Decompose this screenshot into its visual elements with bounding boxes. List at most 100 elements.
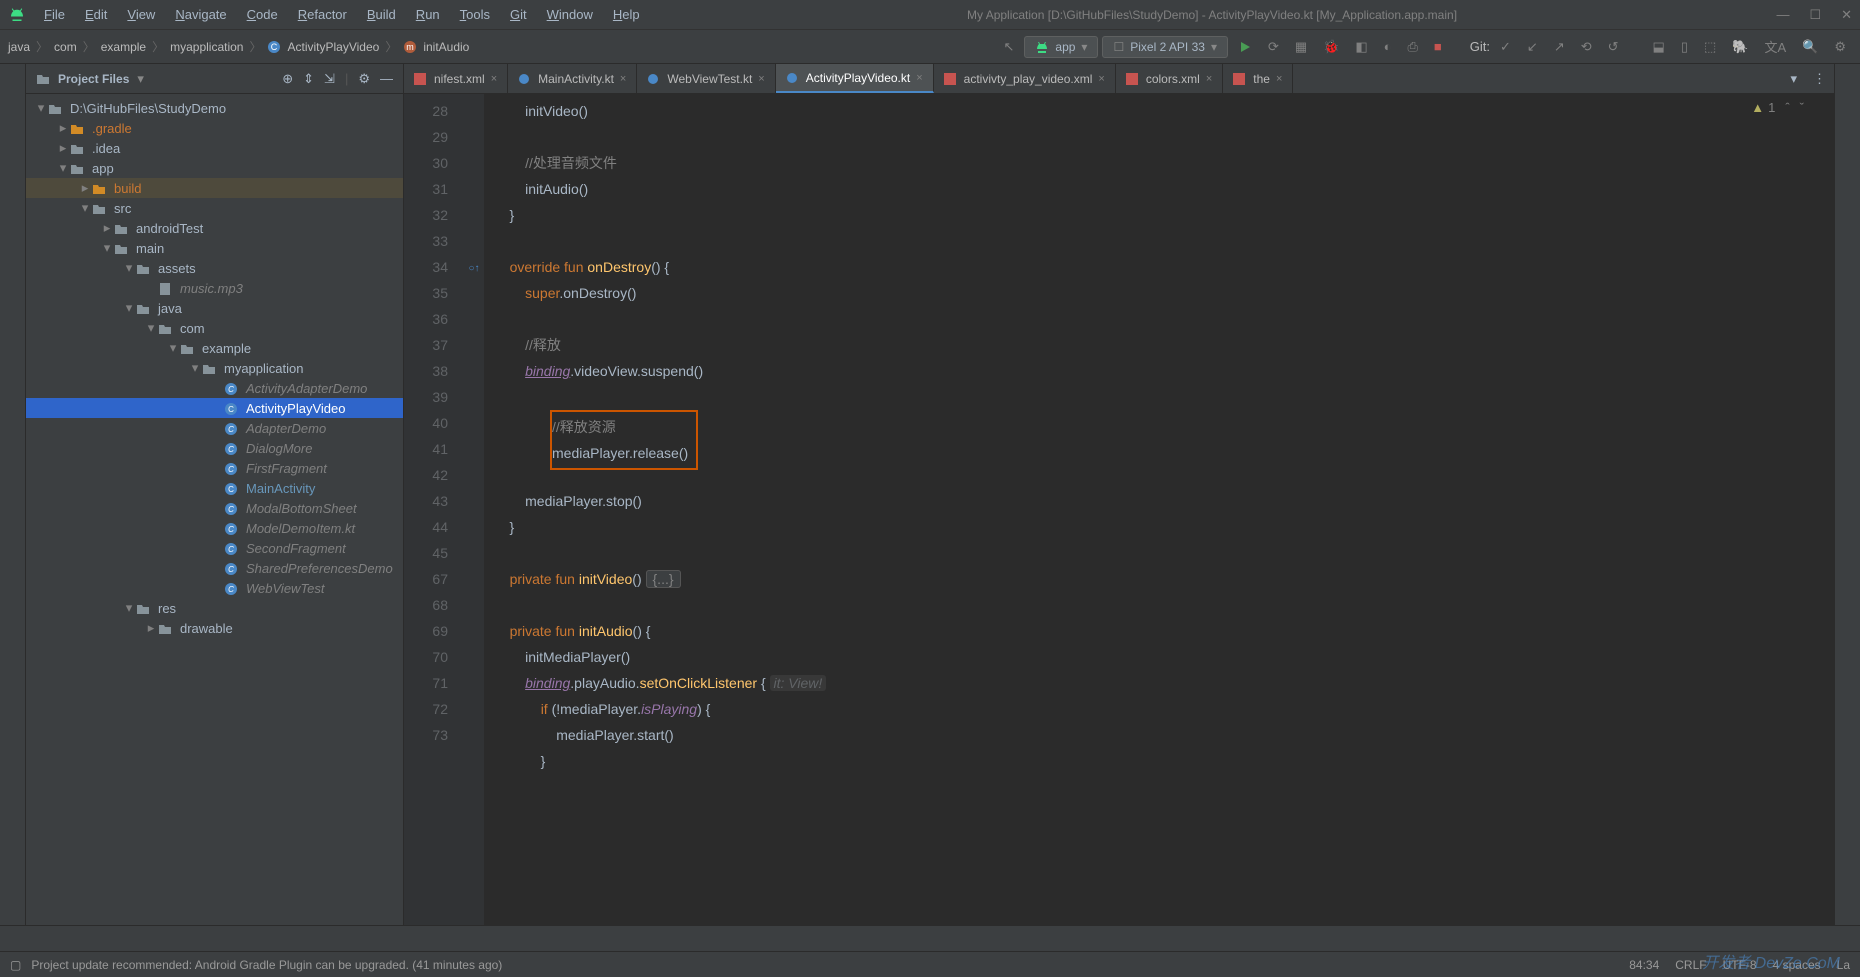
sync-icon[interactable]: 🐘 [1726, 37, 1754, 57]
breadcrumb[interactable]: java〉com〉example〉myapplication〉CActivity… [8, 38, 469, 55]
status-message[interactable]: Project update recommended: Android Grad… [31, 958, 502, 972]
tree-item[interactable]: ▾src [26, 198, 403, 218]
tree-item[interactable]: ▸drawable [26, 618, 403, 638]
menu-view[interactable]: View [119, 4, 163, 25]
tree-item[interactable]: ▾D:\GitHubFiles\StudyDemo [26, 98, 403, 118]
tree-item[interactable]: CSecondFragment [26, 538, 403, 558]
menu-refactor[interactable]: Refactor [290, 4, 355, 25]
prev-highlight-icon[interactable]: ˆ [1785, 100, 1789, 115]
close-tab-icon[interactable]: × [620, 73, 626, 85]
tree-item[interactable]: CModelDemoItem.kt [26, 518, 403, 538]
editor-tab[interactable]: activivty_play_video.xml× [934, 64, 1116, 93]
git-push-icon[interactable]: ↗ [1548, 37, 1571, 57]
tree-item[interactable]: ▾myapplication [26, 358, 403, 378]
menu-code[interactable]: Code [239, 4, 286, 25]
stop-button[interactable]: ■ [1428, 37, 1448, 56]
line-separator[interactable]: CRLF [1675, 958, 1706, 972]
menu-edit[interactable]: Edit [77, 4, 115, 25]
menu-run[interactable]: Run [408, 4, 448, 25]
indent-label[interactable]: 4 spaces [1773, 958, 1821, 972]
caret-position[interactable]: 84:34 [1629, 958, 1659, 972]
close-tab-icon[interactable]: × [1098, 73, 1104, 85]
git-rollback-icon[interactable]: ↺ [1602, 37, 1625, 57]
breadcrumb-item[interactable]: initAudio [423, 40, 469, 54]
tab-menu-icon[interactable]: ⋮ [1805, 71, 1834, 87]
settings-icon[interactable]: ⚙ [1828, 37, 1852, 57]
sdk-icon[interactable]: ⬚ [1698, 37, 1722, 57]
tree-item[interactable]: ▾java [26, 298, 403, 318]
tree-item[interactable]: CAdapterDemo [26, 418, 403, 438]
tree-item[interactable]: ▾res [26, 598, 403, 618]
avd-icon[interactable]: ▯ [1675, 37, 1694, 57]
close-tab-icon[interactable]: × [916, 72, 922, 84]
tree-item[interactable]: CFirstFragment [26, 458, 403, 478]
menu-git[interactable]: Git [502, 4, 535, 25]
tree-item[interactable]: CSharedPreferencesDemo [26, 558, 403, 578]
code-editor[interactable]: 2829303132333435363738394041424344456768… [404, 94, 1834, 925]
tree-item[interactable]: CWebViewTest [26, 578, 403, 598]
menu-help[interactable]: Help [605, 4, 648, 25]
tree-item[interactable]: ▸androidTest [26, 218, 403, 238]
run-button[interactable] [1232, 37, 1258, 57]
tree-item[interactable]: CDialogMore [26, 438, 403, 458]
search-icon[interactable]: 🔍 [1796, 37, 1824, 57]
editor-tab[interactable]: ActivityPlayVideo.kt× [776, 64, 934, 93]
more-tabs-icon[interactable]: ▾ [1782, 71, 1805, 87]
git-history-icon[interactable]: ⟲ [1575, 37, 1598, 57]
tree-item[interactable]: ▸.idea [26, 138, 403, 158]
tree-item[interactable]: CModalBottomSheet [26, 498, 403, 518]
close-tab-icon[interactable]: × [491, 73, 497, 85]
icon1[interactable]: ⬓ [1647, 37, 1671, 57]
debug-button[interactable]: 🐞 [1317, 37, 1345, 57]
code-content[interactable]: initVideo() //处理音频文件 initAudio() } overr… [484, 94, 1834, 925]
close-tab-icon[interactable]: × [758, 73, 764, 85]
tree-item[interactable]: ▸build [26, 178, 403, 198]
sidebar-title[interactable]: Project Files [58, 72, 129, 86]
breadcrumb-item[interactable]: com [54, 40, 77, 54]
tree-item[interactable]: CMainActivity [26, 478, 403, 498]
nav-back-icon[interactable]: ↖ [997, 37, 1020, 57]
breadcrumb-item[interactable]: ActivityPlayVideo [287, 40, 379, 54]
profile-icon[interactable]: ◐ [1378, 37, 1398, 56]
menu-file[interactable]: File [36, 4, 73, 25]
tree-item[interactable]: ▾app [26, 158, 403, 178]
tree-item[interactable]: ▾assets [26, 258, 403, 278]
settings-gear-icon[interactable]: ⚙ [358, 71, 370, 87]
attach-icon[interactable]: ⎙ [1402, 37, 1424, 57]
hide-icon[interactable]: — [380, 71, 393, 87]
breadcrumb-item[interactable]: myapplication [170, 40, 243, 54]
collapse-icon[interactable]: ⇲ [324, 71, 335, 87]
tool-window-quick-icon[interactable]: ▢ [10, 958, 21, 972]
breadcrumb-item[interactable]: java [8, 40, 30, 54]
la-label[interactable]: La [1837, 958, 1850, 972]
breadcrumb-item[interactable]: example [101, 40, 146, 54]
editor-tab[interactable]: WebViewTest.kt× [637, 64, 775, 93]
device-selector[interactable]: ☐ Pixel 2 API 33 ▾ [1102, 36, 1228, 58]
tree-item[interactable]: CActivityPlayVideo [26, 398, 403, 418]
git-update-icon[interactable]: ✓ [1494, 37, 1517, 57]
next-highlight-icon[interactable]: ˇ [1800, 100, 1804, 115]
select-opened-icon[interactable]: ⊕ [282, 71, 293, 87]
menu-navigate[interactable]: Navigate [167, 4, 234, 25]
menu-window[interactable]: Window [539, 4, 601, 25]
tree-item[interactable]: ▾example [26, 338, 403, 358]
project-tree[interactable]: ▾D:\GitHubFiles\StudyDemo▸.gradle▸.idea▾… [26, 94, 403, 925]
minimize-button[interactable]: — [1776, 7, 1789, 23]
lang-icon[interactable]: 文A [1758, 35, 1792, 58]
close-tab-icon[interactable]: × [1206, 73, 1212, 85]
menu-tools[interactable]: Tools [452, 4, 498, 25]
apply-code-icon[interactable]: ▦ [1289, 37, 1313, 57]
coverage-icon[interactable]: ◧ [1349, 37, 1373, 57]
editor-tab[interactable]: colors.xml× [1116, 64, 1223, 93]
close-tab-icon[interactable]: × [1276, 73, 1282, 85]
tree-item[interactable]: ▾com [26, 318, 403, 338]
inspection-widget[interactable]: ▲1 ˆ ˇ [1751, 100, 1804, 115]
tree-item[interactable]: ▸.gradle [26, 118, 403, 138]
close-button[interactable]: ✕ [1841, 7, 1852, 23]
expand-all-icon[interactable]: ⇕ [303, 71, 314, 87]
run-config-selector[interactable]: app ▾ [1024, 36, 1098, 58]
tree-item[interactable]: ▾main [26, 238, 403, 258]
git-commit-icon[interactable]: ↙ [1521, 37, 1544, 57]
tree-item[interactable]: CActivityAdapterDemo [26, 378, 403, 398]
menu-build[interactable]: Build [359, 4, 404, 25]
